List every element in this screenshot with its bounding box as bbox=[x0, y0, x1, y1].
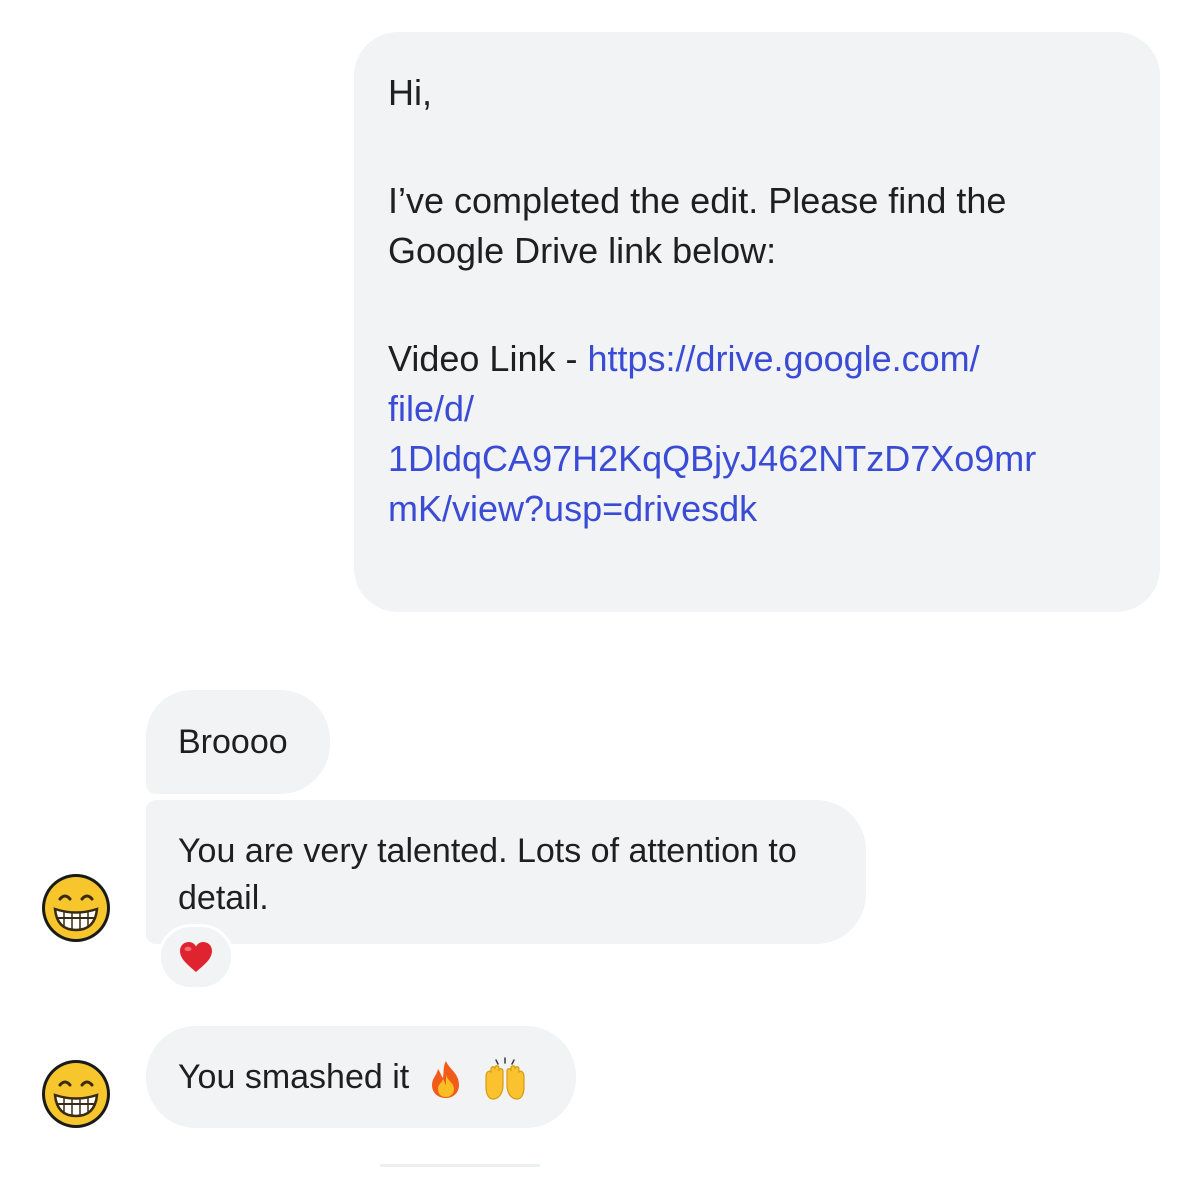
grinning-face-icon[interactable] bbox=[40, 872, 112, 944]
message-greeting: Hi, bbox=[388, 72, 432, 113]
message-body: I’ve completed the edit. Please find the… bbox=[388, 180, 1007, 271]
message-thread: Hi, I’ve completed the edit. Please find… bbox=[0, 0, 1200, 1200]
heart-icon bbox=[180, 942, 212, 972]
incoming-message-bubble[interactable]: Broooo bbox=[146, 690, 330, 794]
grinning-face-icon[interactable] bbox=[40, 1058, 112, 1130]
outgoing-message-bubble[interactable]: Hi, I’ve completed the edit. Please find… bbox=[354, 32, 1160, 612]
message-text: You are very talented. Lots of attention… bbox=[178, 832, 797, 917]
message-text: You smashed it bbox=[178, 1058, 410, 1096]
reaction-badge[interactable] bbox=[158, 924, 234, 990]
link-prefix: Video Link - bbox=[388, 338, 588, 379]
divider bbox=[380, 1164, 540, 1167]
video-link-line: Video Link - https://drive.google.com/fi… bbox=[388, 334, 1126, 534]
fire-icon bbox=[431, 1061, 459, 1099]
message-text: Broooo bbox=[178, 723, 288, 761]
raising-hands-icon bbox=[485, 1057, 525, 1100]
incoming-message-bubble[interactable]: You are very talented. Lots of attention… bbox=[146, 800, 866, 944]
incoming-message-bubble[interactable]: You smashed it bbox=[146, 1026, 576, 1128]
